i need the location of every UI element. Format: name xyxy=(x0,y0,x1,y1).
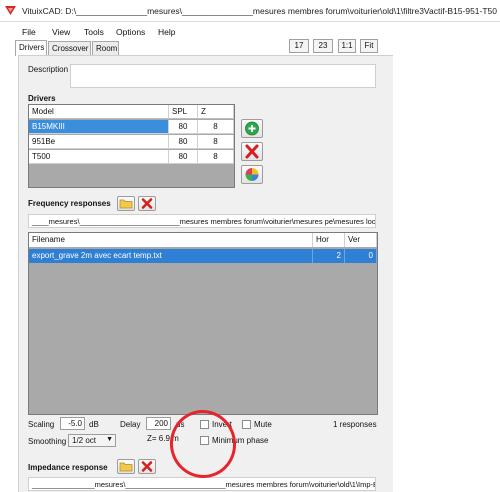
column-header-ver[interactable]: Ver xyxy=(345,233,377,247)
frequency-responses-heading: Frequency responses xyxy=(28,199,111,208)
tab-room[interactable]: Room xyxy=(92,41,119,56)
impedance-path-field[interactable]: _______________mesures\_________________… xyxy=(28,477,376,491)
driver-z: 8 xyxy=(198,120,234,134)
chevron-down-icon: ▼ xyxy=(106,436,113,443)
table-row[interactable]: T500 80 8 xyxy=(29,150,234,164)
driver-color-button[interactable] xyxy=(241,165,263,184)
menu-view[interactable]: View xyxy=(52,27,70,37)
response-ver: 0 xyxy=(345,249,377,263)
responses-count: 1 responses xyxy=(333,420,377,429)
driver-model: T500 xyxy=(29,150,169,164)
frequency-header-row: Filename Hor Ver xyxy=(29,233,377,247)
driver-z: 8 xyxy=(198,150,234,164)
title-bar: VituixCAD: D:\_______________mesures\___… xyxy=(0,0,500,22)
response-filename: export_grave 2m avec ecart temp.txt xyxy=(29,249,313,263)
driver-z: 8 xyxy=(198,135,234,149)
delay-input[interactable]: 200 xyxy=(146,417,171,430)
table-row[interactable]: export_grave 2m avec ecart temp.txt 2 0 xyxy=(29,249,377,263)
open-impedance-button[interactable] xyxy=(117,459,135,474)
drivers-header-row: Model SPL Z xyxy=(29,105,234,119)
column-header-z[interactable]: Z xyxy=(198,105,234,119)
open-folder-icon xyxy=(119,199,133,209)
open-folder-icon xyxy=(119,462,133,472)
scaling-input[interactable]: -5.0 xyxy=(60,417,85,430)
scaling-label: Scaling xyxy=(28,420,55,429)
menu-help[interactable]: Help xyxy=(158,27,175,37)
driver-spl: 80 xyxy=(169,135,198,149)
column-header-spl[interactable]: SPL xyxy=(169,105,198,119)
color-wheel-icon xyxy=(245,168,259,181)
driver-model: 951Be xyxy=(29,135,169,149)
add-icon xyxy=(245,121,259,136)
fit-button[interactable]: Fit xyxy=(360,39,378,53)
app-logo-icon xyxy=(5,6,16,15)
menu-options[interactable]: Options xyxy=(116,27,145,37)
delay-label: Delay xyxy=(120,420,141,429)
driver-spl: 80 xyxy=(169,150,198,164)
toolbar-field-a[interactable]: 17 xyxy=(289,39,309,53)
column-header-model[interactable]: Model xyxy=(29,105,169,119)
column-header-hor[interactable]: Hor xyxy=(313,233,345,247)
open-frequency-button[interactable] xyxy=(117,196,135,211)
table-row[interactable]: 951Be 80 8 xyxy=(29,135,234,149)
drivers-table: Model SPL Z B15MKIII 80 8 951Be 80 8 T50… xyxy=(28,104,235,188)
drivers-heading: Drivers xyxy=(28,94,56,103)
menu-tools[interactable]: Tools xyxy=(84,27,104,37)
impedance-response-heading: Impedance response xyxy=(28,463,108,472)
mute-label: Mute xyxy=(254,420,272,429)
window-title: VituixCAD: D:\_______________mesures\___… xyxy=(22,6,497,16)
mute-checkbox[interactable] xyxy=(242,420,251,429)
add-driver-button[interactable] xyxy=(241,119,263,138)
table-row[interactable]: B15MKIII 80 8 xyxy=(29,120,234,134)
toolbar-field-b[interactable]: 23 xyxy=(313,39,333,53)
column-header-filename[interactable]: Filename xyxy=(29,233,313,247)
frequency-path-field[interactable]: ____mesures\________________________mesu… xyxy=(28,214,376,228)
remove-driver-button[interactable] xyxy=(241,142,263,161)
tab-crossover[interactable]: Crossover xyxy=(48,41,91,56)
description-input[interactable] xyxy=(70,64,376,88)
menu-file[interactable]: File xyxy=(22,27,36,37)
response-hor: 2 xyxy=(313,249,345,263)
smoothing-label: Smoothing xyxy=(28,437,67,446)
ratio-button[interactable]: 1:1 xyxy=(338,39,356,53)
tab-drivers[interactable]: Drivers xyxy=(15,40,47,56)
smoothing-value: 1/2 oct xyxy=(72,436,97,445)
delete-icon xyxy=(245,144,259,159)
remove-impedance-button[interactable] xyxy=(138,459,156,474)
delete-icon xyxy=(141,198,153,209)
smoothing-select[interactable]: 1/2 oct ▼ xyxy=(68,434,116,447)
remove-frequency-button[interactable] xyxy=(138,196,156,211)
description-label: Description xyxy=(28,65,69,74)
driver-spl: 80 xyxy=(169,120,198,134)
driver-model: B15MKIII xyxy=(29,120,169,134)
scaling-unit: dB xyxy=(89,420,99,429)
menu-bar: File View Tools Options Help xyxy=(0,23,500,39)
delete-icon xyxy=(141,461,153,472)
frequency-responses-table: Filename Hor Ver export_grave 2m avec ec… xyxy=(28,232,378,415)
